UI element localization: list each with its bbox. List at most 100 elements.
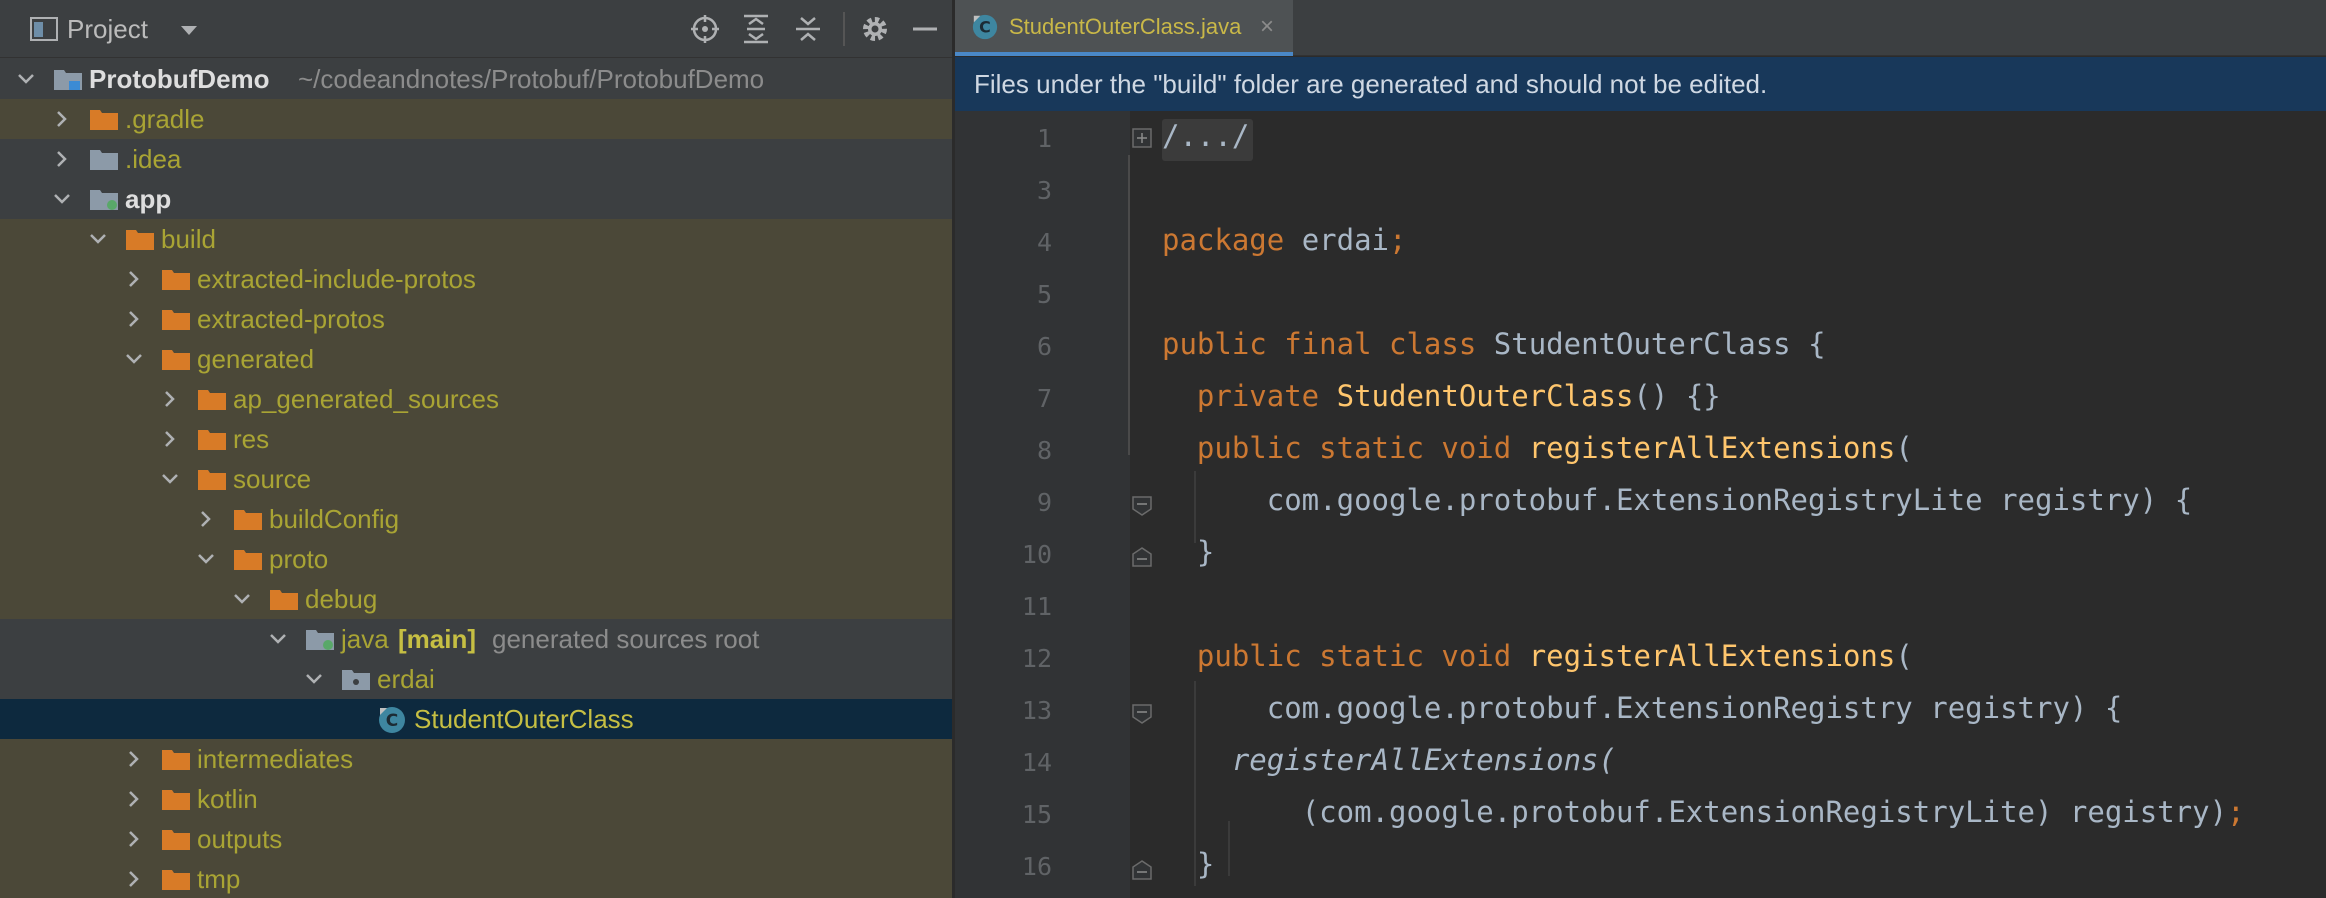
code-line[interactable]: public final class StudentOuterClass { (1162, 327, 1826, 361)
tree-row-extracted-include-protos[interactable]: extracted-include-protos (0, 259, 952, 299)
minimize-icon[interactable] (910, 14, 940, 44)
fold-guide (1128, 155, 1130, 455)
code-line[interactable]: private StudentOuterClass() {} (1162, 379, 1721, 413)
code-line[interactable]: com.google.protobuf.ExtensionRegistryLit… (1162, 483, 2192, 517)
code-line[interactable]: registerAllExtensions( (1162, 743, 1616, 777)
code-line[interactable]: public static void registerAllExtensions… (1162, 431, 1913, 465)
gear-icon[interactable] (860, 14, 890, 44)
tree-row-root[interactable]: ProtobufDemo ~/codeandnotes/Protobuf/Pro… (0, 59, 952, 99)
tree-row-buildconfig[interactable]: buildConfig (0, 499, 952, 539)
code-line[interactable]: } (1162, 847, 1214, 881)
code-text: com.google.protobuf.ExtensionRegistryLit… (1266, 483, 1983, 517)
unused (2092, 111, 2112, 131)
chevron-down-icon[interactable] (233, 590, 251, 608)
tree-row-proto[interactable]: proto (0, 539, 952, 579)
tab-label: StudentOuterClass.java (1009, 14, 1242, 39)
tree-row-source[interactable]: source (0, 459, 952, 499)
chevron-down-icon[interactable] (161, 470, 179, 488)
java-class-icon: C (972, 14, 998, 40)
module-folder-icon (90, 190, 118, 210)
code-line[interactable]: com.google.protobuf.ExtensionRegistry re… (1162, 691, 2123, 725)
tree-row-intermediates[interactable]: intermediates (0, 739, 952, 779)
fold-start-icon[interactable] (1132, 704, 1152, 724)
project-header: Project (0, 0, 952, 58)
collapsed-imports-text[interactable]: /.../ (1162, 119, 1249, 153)
collapse-all-icon[interactable] (793, 14, 823, 44)
chevron-right-icon[interactable] (125, 750, 143, 768)
tree-row-extracted-protos[interactable]: extracted-protos (0, 299, 952, 339)
chevron-right-icon[interactable] (53, 110, 71, 128)
chevron-right-icon[interactable] (125, 270, 143, 288)
code-text: { (2104, 691, 2123, 725)
code-text: () (1633, 379, 1669, 413)
locate-icon[interactable] (690, 14, 720, 44)
tree-row-generated[interactable]: generated (0, 339, 952, 379)
tree-row-studentouterclass[interactable]: C StudentOuterClass (0, 699, 952, 739)
chevron-down-icon[interactable] (269, 630, 287, 648)
tree-row-kotlin[interactable]: kotlin (0, 779, 952, 819)
chevron-right-icon[interactable] (125, 830, 143, 848)
chevron-right-icon[interactable] (125, 310, 143, 328)
view-dropdown-icon[interactable] (180, 25, 198, 37)
chevron-right-icon[interactable] (161, 430, 179, 448)
tree-row-debug[interactable]: debug (0, 579, 952, 619)
project-view-icon[interactable] (30, 17, 58, 41)
chevron-down-icon[interactable] (197, 550, 215, 568)
tree-row-idea[interactable]: .idea (0, 139, 952, 179)
code-keyword: void (1441, 639, 1512, 673)
fold-start-icon[interactable] (1132, 496, 1152, 516)
code-punctuation: ; (2227, 795, 2245, 829)
tree-row-outputs[interactable]: outputs (0, 819, 952, 859)
code-line[interactable]: } (1162, 535, 1214, 569)
tree-row-app[interactable]: app (0, 179, 952, 219)
tree-row-ap-generated-sources[interactable]: ap_generated_sources (0, 379, 952, 419)
chevron-right-icon[interactable] (197, 510, 215, 528)
code-area[interactable]: /.../ package erdai; public final class St… (955, 111, 2326, 898)
code-text: } (1196, 535, 1215, 569)
chevron-right-icon[interactable] (53, 150, 71, 168)
tree-label: buildConfig (269, 504, 400, 534)
tree-row-gradle[interactable]: .gradle (0, 99, 952, 139)
tree-row-erdai[interactable]: erdai (0, 659, 952, 699)
tree-row-java[interactable]: java [main] generated sources root (0, 619, 952, 659)
chevron-down-icon[interactable] (125, 350, 143, 368)
chevron-down-icon[interactable] (53, 190, 71, 208)
fold-end-icon[interactable] (1132, 547, 1152, 567)
tree-label: res (233, 424, 270, 454)
expand-all-icon[interactable] (741, 14, 771, 44)
tree-label: intermediates (197, 744, 354, 774)
code-text: ( (1895, 639, 1913, 673)
expand-fold-icon[interactable] (1132, 128, 1152, 148)
tree-label: source (233, 464, 312, 494)
code-line[interactable]: package erdai; (1162, 223, 1406, 257)
fold-end-icon[interactable] (1132, 860, 1152, 880)
svg-text:C: C (386, 711, 398, 731)
code-line[interactable]: public static void registerAllExtensions… (1162, 639, 1913, 673)
chevron-right-icon[interactable] (125, 790, 143, 808)
code-line[interactable]: /.../ (1162, 119, 1249, 153)
chevron-down-icon[interactable] (89, 230, 107, 248)
chevron-down-icon[interactable] (305, 670, 323, 688)
code-keyword: public (1162, 327, 1267, 361)
tree-row-tmp[interactable]: tmp (0, 859, 952, 898)
code-keyword: void (1441, 431, 1512, 465)
code-punctuation: ; (1389, 223, 1407, 257)
project-title[interactable]: Project (67, 14, 148, 45)
code-text: } (1196, 847, 1215, 881)
code-keyword: public (1196, 431, 1302, 465)
chevron-right-icon[interactable] (161, 390, 179, 408)
tree-row-res[interactable]: res (0, 419, 952, 459)
chevron-down-icon[interactable] (17, 70, 35, 88)
chevron-right-icon[interactable] (125, 870, 143, 888)
tree-row-build[interactable]: build (0, 219, 952, 259)
code-line[interactable]: (com.google.protobuf.ExtensionRegistryLi… (1162, 795, 2245, 829)
close-tab-icon[interactable]: × (1260, 13, 1274, 41)
editor-tab-studentouterclass[interactable]: C StudentOuterClass.java × (955, 0, 1293, 56)
